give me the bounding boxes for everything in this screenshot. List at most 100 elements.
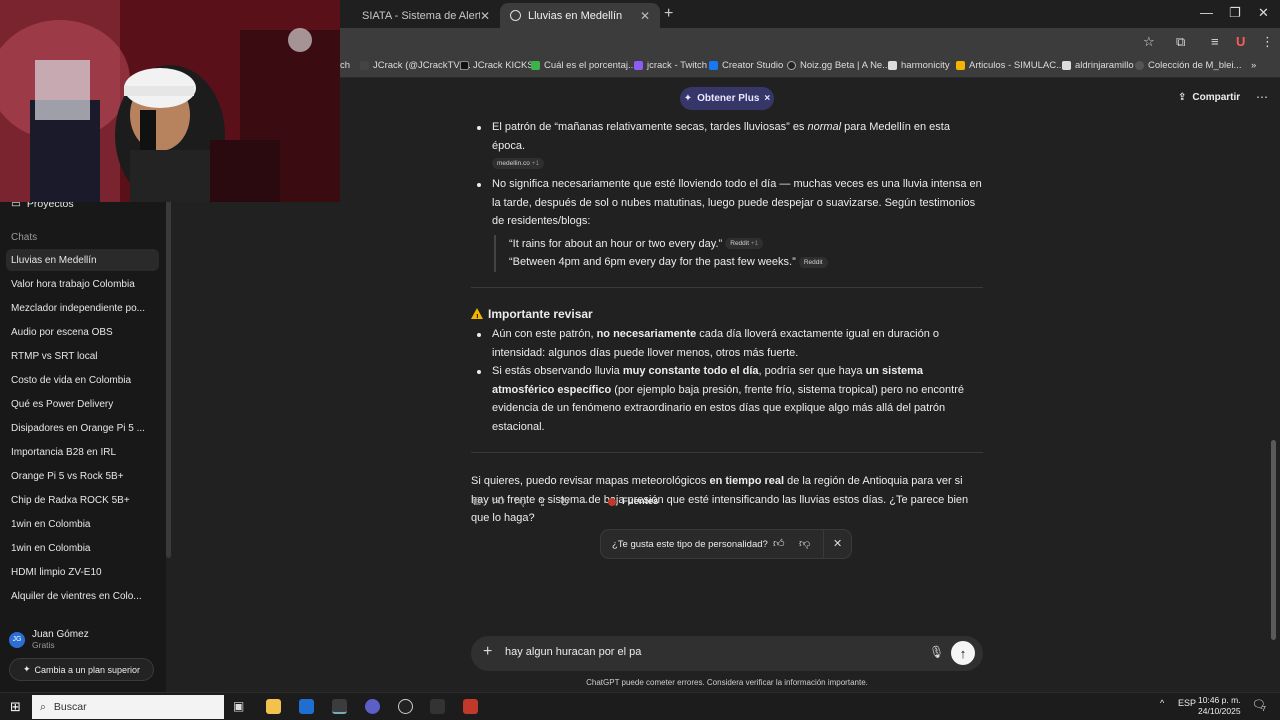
citation-pill[interactable]: Reddit bbox=[798, 256, 828, 268]
chatgpt-favicon-icon bbox=[510, 10, 521, 21]
new-tab-icon[interactable]: + bbox=[664, 5, 673, 23]
divider bbox=[471, 286, 983, 288]
chat-item[interactable]: Costo de vida en Colombia bbox=[6, 369, 159, 391]
close-tab-icon[interactable]: ✕ bbox=[480, 9, 490, 23]
sparkle-icon: ✦ bbox=[683, 93, 693, 104]
chat-item[interactable]: Audio por escena OBS bbox=[6, 321, 159, 343]
disclaimer: ChatGPT puede cometer errores. Considera… bbox=[586, 678, 868, 687]
copy-icon[interactable]: ⧉ bbox=[471, 494, 482, 508]
personality-feedback: ¿Te gusta este tipo de personalidad? 👍︎ … bbox=[600, 529, 852, 559]
divider bbox=[823, 530, 824, 558]
chat-item[interactable]: Valor hora trabajo Colombia bbox=[6, 273, 159, 295]
extensions-icon[interactable]: ⧉ bbox=[1176, 34, 1185, 50]
prompt-input[interactable]: hay algun huracan por el pa bbox=[505, 646, 641, 658]
tab-siata[interactable]: SIATA - Sistema de Alerta Temp ✕ bbox=[352, 3, 500, 28]
chat-item[interactable]: 1win en Colombia bbox=[6, 513, 159, 535]
app-icon[interactable] bbox=[365, 699, 380, 714]
chat-item[interactable]: RTMP vs SRT local bbox=[6, 345, 159, 367]
bookmark[interactable]: Articulos - SIMULAC... bbox=[956, 60, 1064, 71]
webcam-overlay bbox=[0, 0, 340, 202]
more-icon[interactable]: ⋯ bbox=[581, 495, 593, 509]
user-profile[interactable]: JG Juan Gómez Gratis bbox=[9, 629, 89, 650]
profile-icon[interactable]: U bbox=[1236, 34, 1245, 49]
language-indicator[interactable]: ESP bbox=[1178, 698, 1196, 708]
tray-chevron-icon[interactable]: ^ bbox=[1160, 698, 1164, 708]
section-heading: Importante revisar bbox=[471, 305, 983, 328]
dismiss-icon[interactable]: × bbox=[764, 93, 770, 104]
close-icon[interactable]: ✕ bbox=[833, 537, 842, 550]
taskbar-search[interactable]: ⌕ Buscar bbox=[32, 695, 224, 719]
list-item: No significa necesariamente que esté llo… bbox=[471, 175, 983, 231]
get-plus-button[interactable]: ✦ Obtener Plus × bbox=[680, 87, 774, 110]
bookmark[interactable]: harmonicity bbox=[888, 60, 950, 71]
chat-item[interactable]: Mezclador independiente po... bbox=[6, 297, 159, 319]
bookmark-star-icon[interactable]: ☆ bbox=[1143, 34, 1155, 50]
bookmark[interactable]: ch bbox=[340, 60, 350, 71]
sources-button[interactable]: Fuentes bbox=[608, 496, 658, 507]
quote-line: “Between 4pm and 6pm every day for the p… bbox=[509, 253, 983, 272]
source-favicon-icon bbox=[608, 497, 616, 506]
tab-title: Lluvias en Medellín bbox=[528, 9, 623, 22]
sidebar-scrollbar[interactable] bbox=[166, 198, 171, 558]
close-tab-icon[interactable]: ✕ bbox=[640, 9, 650, 23]
thumbs-down-icon[interactable]: 👎︎ bbox=[514, 494, 526, 508]
attach-plus-icon[interactable]: + bbox=[483, 643, 492, 661]
restore-icon[interactable]: ❐ bbox=[1229, 5, 1241, 21]
task-view-icon[interactable]: ▣ bbox=[233, 699, 244, 713]
thumbs-up-icon[interactable]: 👍︎ bbox=[492, 494, 505, 508]
chat-item[interactable]: Orange Pi 5 vs Rock 5B+ bbox=[6, 465, 159, 487]
chat-item[interactable]: HDMI limpio ZV-E10 bbox=[6, 561, 159, 583]
app-icon[interactable] bbox=[463, 699, 478, 714]
media-icon[interactable]: ≡ bbox=[1211, 34, 1219, 49]
bookmark[interactable]: Cuál es el porcentaj... bbox=[531, 60, 636, 71]
thumbs-up-icon[interactable]: 👍︎ bbox=[773, 537, 785, 550]
divider bbox=[471, 452, 983, 453]
share-button[interactable]: ⇪ Compartir bbox=[1178, 92, 1240, 103]
more-bookmarks-icon[interactable]: » bbox=[1251, 60, 1256, 71]
citation-pill[interactable]: Reddit +1 bbox=[725, 238, 764, 250]
bookmark[interactable]: Creator Studio bbox=[709, 60, 783, 71]
message-actions: ⧉ 👍︎ 👎︎ ⇪ ↻ ⋯ Fuentes bbox=[471, 494, 658, 509]
thumbs-down-icon[interactable]: 👎︎ bbox=[799, 537, 810, 550]
twitch-icon bbox=[634, 61, 643, 70]
bookmark[interactable]: JCrack (@JCrackTV)... bbox=[360, 60, 471, 71]
bookmark[interactable]: Noiz.gg Beta | A Ne... bbox=[787, 60, 890, 71]
page-scrollbar[interactable] bbox=[1271, 440, 1276, 640]
tab-lluvias[interactable]: Lluvias en Medellín ✕ bbox=[500, 3, 660, 28]
upgrade-button[interactable]: ✦ Cambia a un plan superior bbox=[9, 658, 154, 681]
noiz-icon bbox=[787, 61, 796, 70]
clock[interactable]: 10:46 p. m. 24/10/2025 bbox=[1198, 695, 1241, 717]
microphone-icon[interactable]: 🎙︎ bbox=[929, 645, 944, 659]
chat-item[interactable]: Alquiler de vientres en Colo... bbox=[6, 585, 159, 607]
obs-icon[interactable] bbox=[398, 699, 413, 714]
more-options-icon[interactable]: ⋯ bbox=[1256, 90, 1268, 104]
harmonicity-icon bbox=[888, 61, 897, 70]
bookmark[interactable]: jcrack - Twitch bbox=[634, 60, 707, 71]
file-explorer-icon[interactable] bbox=[266, 699, 281, 714]
facebook-icon bbox=[709, 61, 718, 70]
chat-item[interactable]: Chip de Radxa ROCK 5B+ bbox=[6, 489, 159, 511]
bookmark[interactable]: JCrack KICKS bbox=[460, 60, 534, 71]
message-composer[interactable]: + hay algun huracan por el pa 🎙︎ ↑ bbox=[471, 636, 983, 671]
chat-item[interactable]: Disipadores en Orange Pi 5 ... bbox=[6, 417, 159, 439]
browser-menu-icon[interactable]: ⋮ bbox=[1261, 34, 1274, 50]
chat-item[interactable]: 1win en Colombia bbox=[6, 537, 159, 559]
window-close-icon[interactable]: ✕ bbox=[1258, 5, 1269, 21]
outlook-icon[interactable] bbox=[299, 699, 314, 714]
citation-pill[interactable]: medellin.co +1 bbox=[492, 157, 545, 169]
send-button[interactable]: ↑ bbox=[951, 641, 975, 665]
chat-item[interactable]: Importancia B28 en IRL bbox=[6, 441, 159, 463]
regenerate-icon[interactable]: ↻ bbox=[559, 495, 570, 509]
chat-item[interactable]: Qué es Power Delivery bbox=[6, 393, 159, 415]
bookmark[interactable]: aldrinjaramillo bbox=[1062, 60, 1134, 71]
warning-icon bbox=[471, 308, 483, 328]
minimize-icon[interactable]: — bbox=[1200, 5, 1213, 20]
app-icon[interactable] bbox=[430, 699, 445, 714]
user-plan: Gratis bbox=[32, 640, 55, 650]
tab-title: SIATA - Sistema de Alerta Temp bbox=[362, 9, 480, 22]
windows-start-icon[interactable]: ⊞ bbox=[10, 699, 21, 715]
chrome-icon[interactable] bbox=[332, 699, 347, 714]
bookmark[interactable]: Colección de M_blei... bbox=[1135, 60, 1241, 71]
chat-item[interactable]: Lluvias en Medellín bbox=[6, 249, 159, 271]
share-icon[interactable]: ⇪ bbox=[537, 495, 548, 509]
